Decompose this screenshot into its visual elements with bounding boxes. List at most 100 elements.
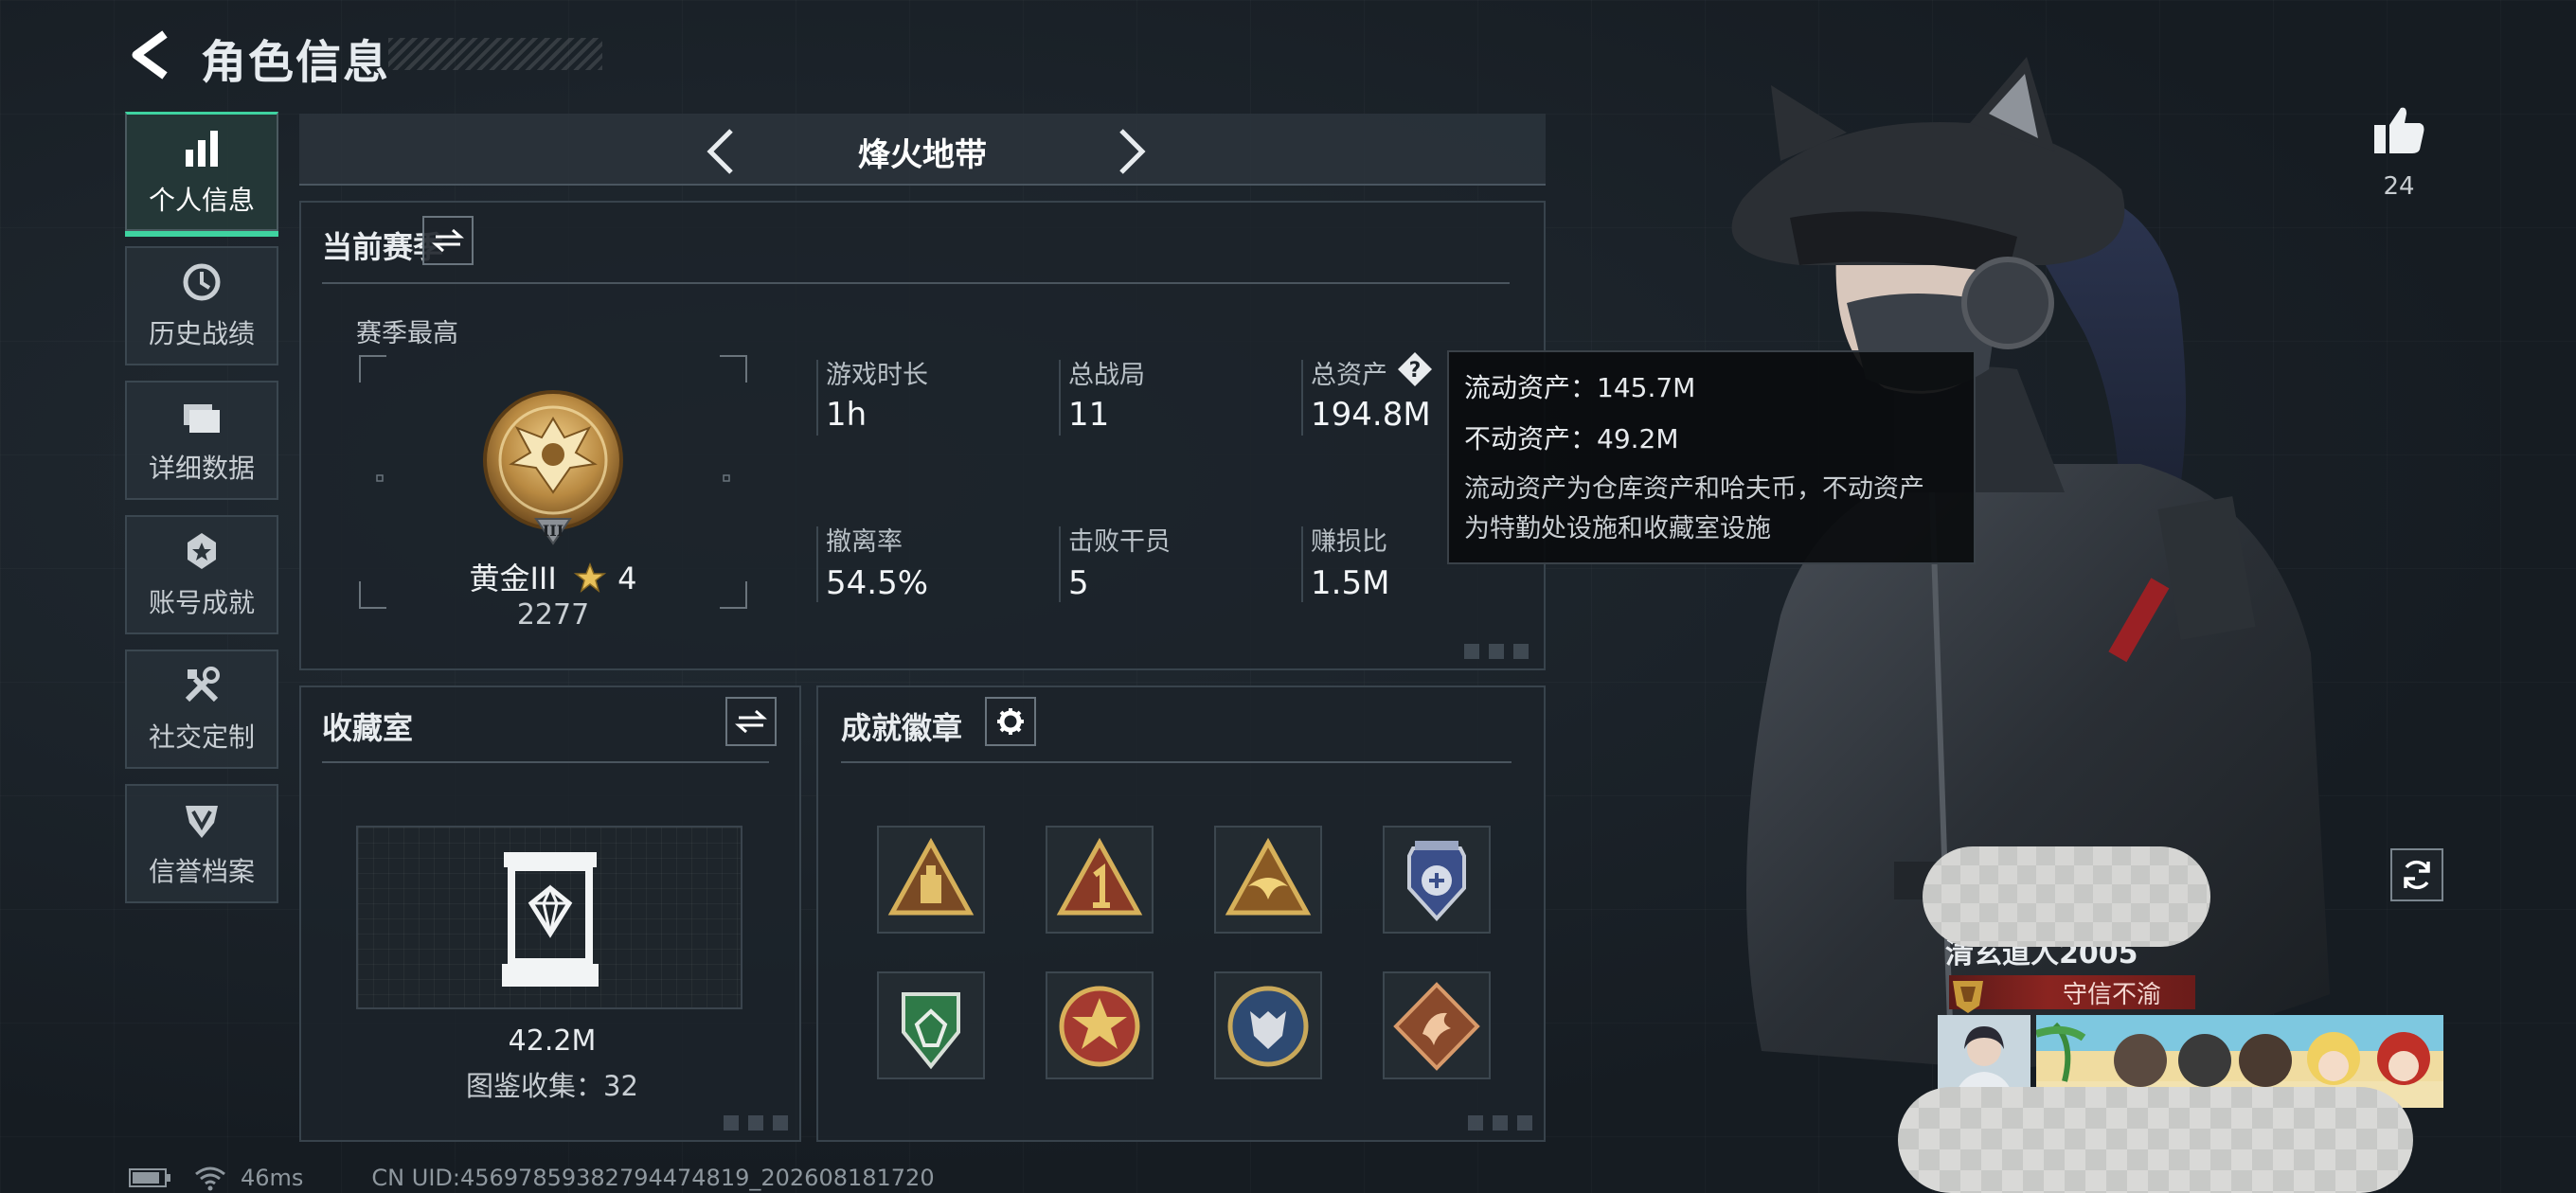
sidebar-item-label: 个人信息 (148, 184, 255, 216)
stat-value: 54.5% (826, 564, 929, 602)
star-icon (573, 561, 607, 593)
ping-text: 46ms (241, 1165, 304, 1191)
stat-divider (1059, 360, 1061, 436)
switch-season-button[interactable] (422, 216, 474, 265)
blurred-overlay (1923, 846, 2210, 947)
stat-label: 总资产 (1311, 361, 1387, 390)
badge-settings-button[interactable] (985, 697, 1036, 746)
badge-slot[interactable] (1383, 971, 1491, 1079)
triangle-bird-badge-icon (1225, 837, 1312, 916)
swap-icon (432, 228, 464, 253)
asset-tooltip: 流动资产：145.7M 不动资产：49.2M 流动资产为仓库资产和哈夫币，不动资… (1447, 350, 1976, 564)
fixed-asset-text: 不动资产：49.2M (1464, 423, 1679, 454)
achievement-icon (188, 533, 216, 569)
stat-label: 赚损比 (1311, 527, 1387, 557)
stat-divider (1301, 360, 1303, 436)
corner-decoration (724, 1115, 790, 1131)
rank-numeral: III (543, 522, 564, 540)
thumbs-up-icon (2374, 107, 2424, 153)
gold-rank-medal-icon: III (483, 390, 623, 545)
honor-title: 守信不渝 (2063, 980, 2162, 1009)
mode-selector: 烽火地带 (299, 114, 1546, 186)
stat-divider (816, 360, 818, 436)
divider (322, 761, 769, 763)
title-decoration (388, 38, 602, 70)
badges-panel: 成就徽章 (816, 686, 1546, 1142)
like-count: 24 (2383, 172, 2415, 201)
badge-slot[interactable] (877, 971, 985, 1079)
collection-title: 收藏室 (322, 710, 414, 746)
stat-value: 1h (826, 396, 868, 434)
divider (841, 761, 1512, 763)
page-title: 角色信息 (201, 36, 391, 89)
refresh-icon (2404, 860, 2430, 890)
sidebar-item-label: 社交定制 (148, 721, 255, 753)
help-diamond-icon: ? (1398, 352, 1432, 386)
asset-description-line2: 为特勤处设施和收藏室设施 (1464, 514, 1771, 543)
red-star-medal-icon (1059, 986, 1140, 1067)
asset-help-button[interactable]: ? (1396, 350, 1434, 388)
sidebar-item-social-custom[interactable]: 社交定制 (125, 650, 278, 769)
sidebar-item-personal-info[interactable]: 个人信息 (125, 112, 278, 237)
blurred-overlay (1898, 1087, 2413, 1193)
copper-dragon-badge-icon (1393, 982, 1480, 1071)
sidebar-item-label: 信誉档案 (148, 856, 255, 887)
refresh-character-button[interactable] (2390, 848, 2443, 901)
blue-shield-badge-icon (1407, 841, 1466, 921)
switch-collection-button[interactable] (725, 697, 777, 746)
stat-divider (816, 526, 818, 602)
stat-value: 1.5M (1311, 564, 1390, 602)
liquid-asset-text: 流动资产：145.7M (1464, 372, 1696, 403)
rank-info: 黄金III 4 (301, 555, 805, 598)
corner-decoration (1468, 1115, 1534, 1131)
back-arrow-icon (132, 30, 168, 80)
badge-slot[interactable] (877, 826, 985, 934)
uid-text: CN UID:4569785938279447481​9_20260818172… (371, 1165, 935, 1191)
triangle-number-one-badge-icon (1056, 837, 1143, 916)
corner-decoration (1464, 644, 1530, 659)
wifi-icon (195, 1166, 225, 1191)
like-button[interactable]: 24 (2368, 104, 2430, 201)
stat-value: 194.8M (1311, 396, 1431, 434)
badge-slot[interactable] (1046, 971, 1154, 1079)
badge-slot[interactable] (1214, 971, 1322, 1079)
sidebar-item-label: 详细数据 (148, 453, 255, 484)
sidebar-item-detail-data[interactable]: 详细数据 (125, 381, 278, 500)
sidebar-item-achievements[interactable]: 账号成就 (125, 515, 278, 634)
stat-label: 总战局 (1068, 361, 1145, 390)
stat-label: 击败干员 (1068, 527, 1171, 557)
collection-preview[interactable] (356, 826, 742, 1009)
badge-slot[interactable] (1383, 826, 1491, 934)
sidebar-item-credit-record[interactable]: 信誉档案 (125, 784, 278, 903)
stat-value: 5 (1068, 564, 1089, 602)
battery-icon (129, 1168, 170, 1187)
bar-chart-icon (186, 130, 218, 167)
status-footer: 46ms CN UID:4569785938279447481​9_202608… (129, 1165, 935, 1191)
stat-label: 游戏时长 (826, 361, 928, 390)
credit-shield-icon (186, 806, 218, 838)
honor-emblem-icon (1953, 981, 1983, 1013)
sidebar-item-label: 账号成就 (148, 587, 255, 618)
green-shield-badge-icon (902, 992, 960, 1070)
sidebar-item-history[interactable]: 历史战绩 (125, 246, 278, 365)
stat-divider (1059, 526, 1061, 602)
triangle-tower-badge-icon (887, 837, 975, 916)
mode-title: 烽火地带 (858, 136, 987, 174)
sidebar-item-label: 历史战绩 (148, 318, 255, 349)
wolf-medal-icon (1227, 986, 1309, 1067)
badges-title: 成就徽章 (841, 710, 963, 746)
next-mode-arrow-icon[interactable] (1102, 123, 1159, 180)
badge-slot[interactable] (1046, 826, 1154, 934)
honor-title-bar: 守信不渝 (1949, 975, 2195, 1013)
collection-catalog: 图鉴收集：32 (466, 1070, 638, 1102)
display-case-icon (502, 852, 599, 987)
rank-name: 黄金III (469, 561, 557, 596)
back-button[interactable] (123, 28, 180, 81)
tools-icon (185, 667, 220, 703)
stat-label: 撤离率 (826, 527, 903, 557)
badge-slot[interactable] (1214, 826, 1322, 934)
asset-description-line1: 流动资产为仓库资产和哈夫币，不动资产 (1464, 474, 1924, 504)
folder-icon (184, 404, 220, 433)
divider (322, 282, 1510, 284)
swap-icon (735, 709, 767, 734)
